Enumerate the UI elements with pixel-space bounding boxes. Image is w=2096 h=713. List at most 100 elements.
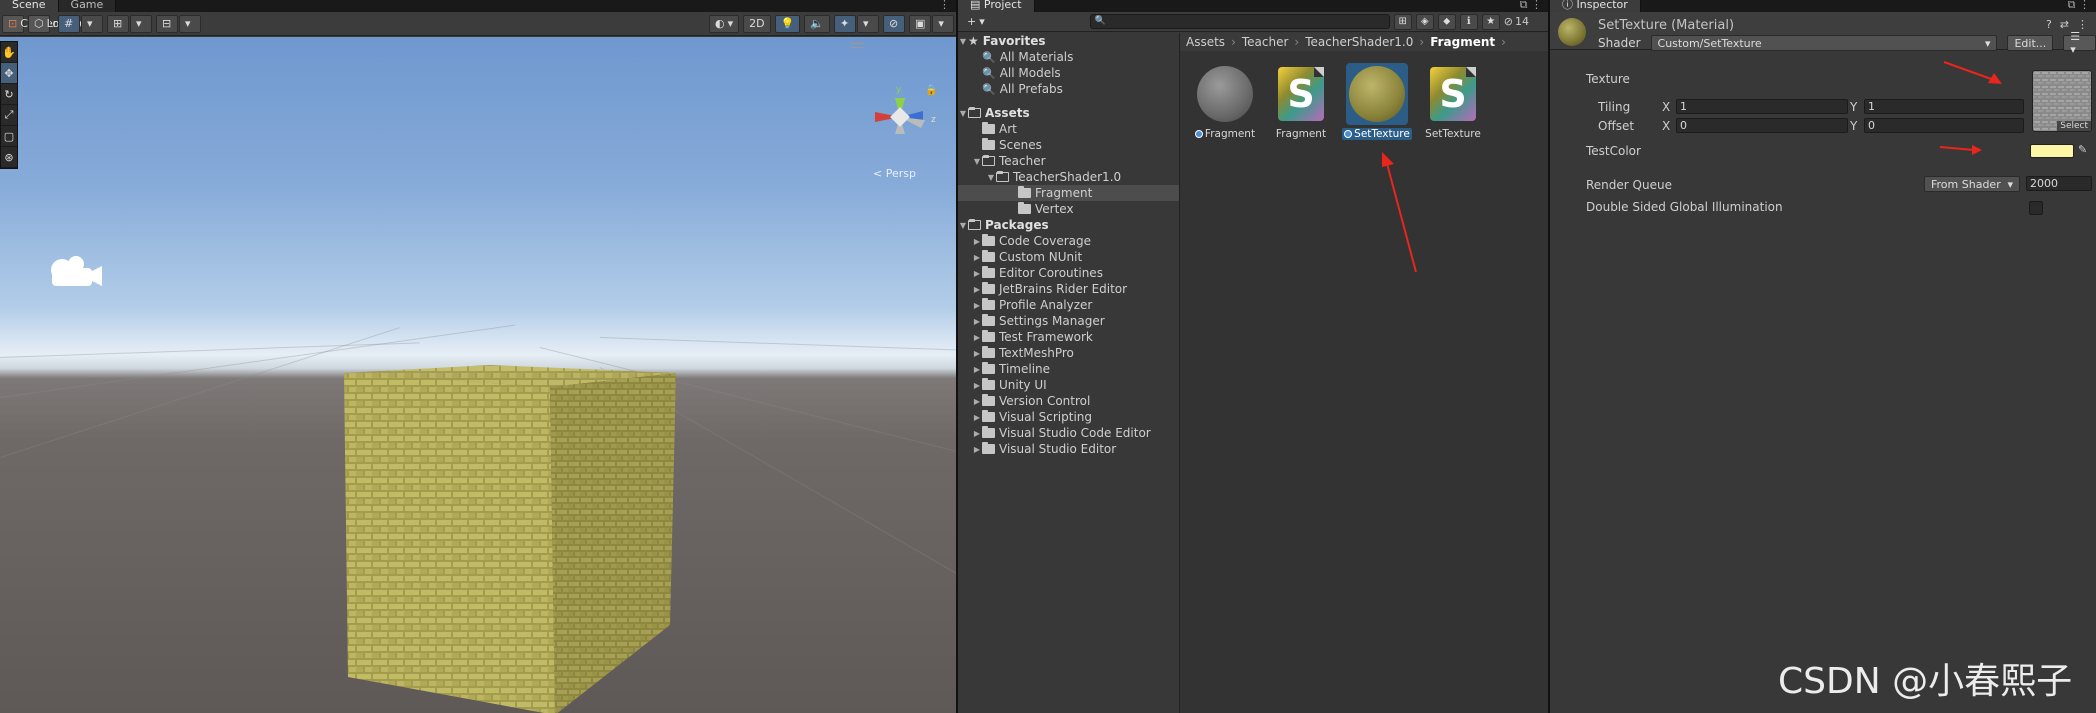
texture-slot[interactable]: Select — [2032, 70, 2092, 132]
project-search-input[interactable]: 🔍 — [1089, 14, 1390, 29]
preset-icon[interactable]: ⇄ — [2060, 18, 2069, 31]
chevron-right-icon[interactable]: ▶ — [972, 253, 982, 262]
breadcrumb-item[interactable]: Assets — [1186, 35, 1225, 49]
align-dropdown[interactable]: ▾ — [179, 14, 201, 33]
scene-camera-icon[interactable] — [44, 252, 104, 292]
kebab-menu-icon[interactable]: ⧉ ⋮ — [1520, 0, 1542, 12]
tree-item-package[interactable]: ▶ JetBrains Rider Editor — [958, 281, 1179, 297]
tag-icon[interactable]: ⬥ — [1437, 13, 1456, 30]
chevron-down-icon[interactable]: ▼ — [986, 173, 996, 182]
render-queue-field[interactable]: 2000 — [2026, 176, 2092, 191]
tree-item-art[interactable]: Art — [958, 121, 1179, 137]
camera-settings-dropdown[interactable]: ▾ — [932, 14, 955, 33]
transform-tool-icon[interactable]: ⊛ — [1, 147, 17, 168]
tree-item-package[interactable]: ▶ Custom NUnit — [958, 249, 1179, 265]
tree-item-package[interactable]: ▶ Unity UI — [958, 377, 1179, 393]
chevron-right-icon[interactable]: ▶ — [972, 445, 982, 454]
tree-item-teachershader[interactable]: ▼ TeacherShader1.0 — [958, 169, 1179, 185]
pivot-rotation-dropdown[interactable]: ⬡ Local ▾ — [28, 14, 84, 33]
shader-dropdown[interactable]: Custom/SetTexture ▾ — [1650, 35, 1998, 51]
increment-snap-toggle[interactable]: ⊞ — [107, 14, 129, 33]
chevron-right-icon[interactable]: ▶ — [972, 381, 982, 390]
audio-toggle[interactable]: 🔈 — [804, 14, 831, 33]
move-tool-icon[interactable]: ✥ — [1, 63, 17, 84]
chevron-right-icon[interactable]: ▶ — [972, 429, 982, 438]
camera-settings-button[interactable]: ▣ — [909, 14, 932, 33]
scale-tool-icon[interactable]: ⤢ — [1, 105, 17, 126]
help-icon[interactable]: ? — [2046, 18, 2052, 31]
tree-item-package[interactable]: ▶ Visual Scripting — [958, 409, 1179, 425]
tree-item-package[interactable]: ▶ Visual Studio Code Editor — [958, 425, 1179, 441]
kebab-menu-icon[interactable]: ⧉ ⋮ — [2068, 0, 2090, 12]
effects-dropdown[interactable]: ▾ — [857, 14, 880, 33]
breadcrumb-current[interactable]: Fragment — [1430, 35, 1495, 49]
chevron-right-icon[interactable]: ▶ — [972, 397, 982, 406]
tree-item-all-models[interactable]: 🔍 All Models — [958, 65, 1179, 81]
pivot-mode-dropdown[interactable]: ⊡ Center ▾ — [2, 14, 66, 33]
chevron-right-icon[interactable]: ▶ — [972, 349, 982, 358]
chevron-right-icon[interactable]: ▶ — [972, 285, 982, 294]
tree-item-package[interactable]: ▶ Test Framework — [958, 329, 1179, 345]
tab-game[interactable]: Game — [58, 0, 117, 12]
search-by-label-icon[interactable]: ◈ — [1415, 13, 1434, 30]
offset-x-field[interactable]: 0 — [1676, 118, 1848, 133]
tab-inspector[interactable]: ⓘ Inspector — [1550, 0, 1641, 12]
tree-item-vertex[interactable]: Vertex — [958, 201, 1179, 217]
dsgi-checkbox[interactable] — [2029, 201, 2043, 215]
offset-y-field[interactable]: 0 — [1864, 118, 2024, 133]
draw-mode-dropdown[interactable]: ◐ ▾ — [709, 14, 740, 33]
chevron-down-icon[interactable]: ▼ — [958, 109, 968, 118]
asset-settexture-shader[interactable]: S SetTexture — [1422, 63, 1484, 140]
texture-select-button[interactable]: Select — [2057, 121, 2091, 131]
tree-item-package[interactable]: ▶ TextMeshPro — [958, 345, 1179, 361]
tree-item-fragment[interactable]: Fragment — [958, 185, 1179, 201]
lighting-toggle[interactable]: 💡 — [774, 14, 801, 33]
increment-snap-dropdown[interactable]: ▾ — [130, 14, 152, 33]
tree-favorites[interactable]: ▼ ★ Favorites — [958, 33, 1179, 49]
asset-fragment-shader[interactable]: S Fragment — [1270, 63, 1332, 140]
orientation-gizmo[interactable]: y z — [855, 82, 945, 152]
hidden-objects-toggle[interactable]: ⊘ — [883, 14, 906, 33]
tree-item-package[interactable]: ▶ Profile Analyzer — [958, 297, 1179, 313]
toggle-2d-button[interactable]: 2D — [743, 14, 771, 33]
edit-shader-button[interactable]: Edit... — [2007, 35, 2054, 51]
render-queue-dropdown[interactable]: From Shader ▾ — [1924, 176, 2020, 192]
rect-tool-icon[interactable]: ▢ — [1, 126, 17, 147]
chevron-right-icon[interactable]: ▶ — [972, 317, 982, 326]
tiling-y-field[interactable]: 1 — [1864, 99, 2024, 114]
tree-item-package[interactable]: ▶ Settings Manager — [958, 313, 1179, 329]
tiling-x-field[interactable]: 1 — [1676, 99, 1848, 114]
chevron-right-icon[interactable]: ▶ — [972, 301, 982, 310]
tab-project[interactable]: ▤ Project — [958, 0, 1035, 12]
chevron-right-icon[interactable]: ▶ — [972, 333, 982, 342]
tree-item-package[interactable]: ▶ Version Control — [958, 393, 1179, 409]
tree-item-package[interactable]: ▶ Editor Coroutines — [958, 265, 1179, 281]
overlay-menu-icon[interactable] — [850, 43, 864, 48]
hidden-packages-count[interactable]: ⊘ 14 — [1504, 15, 1529, 28]
tree-item-all-prefabs[interactable]: 🔍 All Prefabs — [958, 81, 1179, 97]
breadcrumb-item[interactable]: Teacher — [1242, 35, 1289, 49]
scene-viewport[interactable]: ✋ ✥ ↻ ⤢ ▢ ⊛ 🔒 y z < Persp — [0, 37, 956, 713]
textured-cube[interactable] — [340, 365, 680, 713]
align-toggle[interactable]: ⊟ — [156, 14, 178, 33]
tree-item-package[interactable]: ▶ Visual Studio Editor — [958, 441, 1179, 457]
shader-options-button[interactable]: ☰ ▾ — [2063, 30, 2096, 56]
chevron-right-icon[interactable]: ▶ — [972, 237, 982, 246]
persp-label[interactable]: < Persp — [873, 167, 916, 180]
breadcrumb-item[interactable]: TeacherShader1.0 — [1305, 35, 1413, 49]
eyedropper-icon[interactable]: ✎ — [2078, 143, 2087, 156]
tree-item-package[interactable]: ▶ Code Coverage — [958, 233, 1179, 249]
testcolor-swatch[interactable] — [2030, 144, 2074, 158]
info-icon[interactable]: ℹ — [1459, 13, 1478, 30]
grid-snap-toggle[interactable]: # — [58, 14, 80, 33]
create-asset-button[interactable]: + ▾ — [962, 13, 990, 31]
tab-scene[interactable]: Scene — [0, 0, 59, 12]
tree-item-teacher[interactable]: ▼ Teacher — [958, 153, 1179, 169]
search-by-type-icon[interactable]: ⊞ — [1393, 13, 1412, 30]
chevron-down-icon[interactable]: ▼ — [958, 37, 968, 46]
tree-assets[interactable]: ▼ Assets — [958, 105, 1179, 121]
chevron-down-icon[interactable]: ▼ — [972, 157, 982, 166]
asset-settexture-material[interactable]: SetTexture — [1342, 63, 1412, 140]
grid-snap-dropdown[interactable]: ▾ — [81, 14, 103, 33]
view-tool-hand-icon[interactable]: ✋ — [1, 42, 17, 63]
